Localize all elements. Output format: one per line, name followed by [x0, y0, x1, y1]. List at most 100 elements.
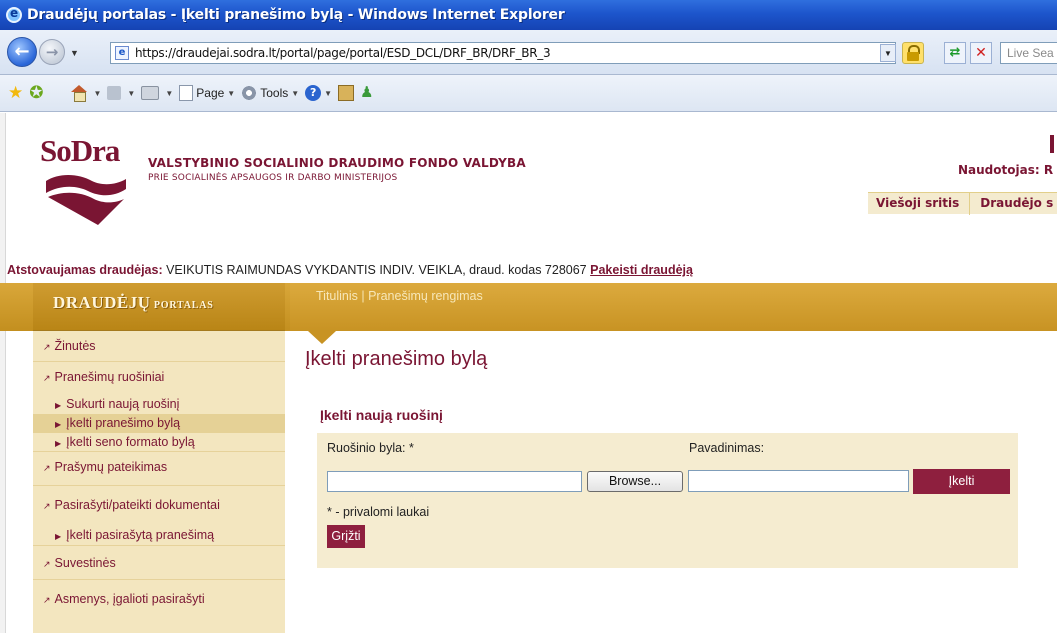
chevron-down-icon: ▼	[324, 88, 333, 98]
sidebar-item-drafts[interactable]: ↗ Pranešimų ruošiniai	[33, 362, 285, 395]
sidebar-item-label: Įkelti seno formato bylą	[66, 435, 195, 449]
section-title: Įkelti naują ruošinį	[320, 407, 443, 423]
url-text: https://draudejai.sodra.lt/portal/page/p…	[135, 46, 551, 60]
sidebar-subitem-upload-file[interactable]: ▶ Įkelti pranešimo bylą	[33, 414, 285, 433]
file-path-input[interactable]	[327, 471, 582, 492]
tab-insurer-area[interactable]: Draudėjo s	[970, 193, 1057, 215]
sidebar-item-label: Asmenys, įgalioti pasirašyti	[54, 592, 205, 606]
arrow-icon: ↗	[43, 463, 51, 473]
sidebar-item-requests[interactable]: ↗ Prašymų pateikimas	[33, 452, 285, 486]
web-page: SoDra VALSTYBINIO SOCIALINIO DRAUDIMO FO…	[0, 113, 1057, 633]
upload-button[interactable]: Įkelti	[913, 469, 1010, 494]
user-marker	[1050, 135, 1054, 153]
gear-icon	[241, 85, 258, 101]
page-title: Įkelti pranešimo bylą	[305, 348, 488, 370]
arrow-icon: ↗	[43, 373, 51, 383]
page-menu-icon	[179, 85, 194, 101]
triangle-right-icon: ▶	[55, 532, 62, 541]
sidebar-item-label: Pasirašyti/pateikti dokumentai	[54, 498, 220, 512]
help-menu[interactable]: ? ▼	[305, 85, 332, 101]
user-label: Naudotojas: R	[958, 163, 1054, 177]
ie-logo-icon	[6, 6, 22, 23]
home-icon[interactable]	[70, 85, 88, 102]
name-input[interactable]	[688, 470, 909, 492]
sidebar-item-authorized-persons[interactable]: ↗ Asmenys, įgalioti pasirašyti	[33, 580, 285, 614]
history-dropdown-icon[interactable]: ▼	[70, 48, 79, 58]
research-icon[interactable]	[338, 85, 355, 101]
sidebar-item-messages[interactable]: ↗ Žinutės	[33, 331, 285, 362]
stop-icon[interactable]: ✕	[970, 42, 992, 64]
sidebar-item-label: Įkelti pasirašytą pranešimą	[66, 528, 215, 542]
represented-insurer: Atstovaujamas draudėjas: VEIKUTIS RAIMUN…	[7, 263, 693, 277]
portal-title-small: PORTALAS	[153, 300, 214, 311]
arrow-icon: ↗	[43, 501, 51, 511]
sidebar-item-label: Prašymų pateikimas	[54, 460, 168, 474]
messenger-icon[interactable]: ♟	[360, 85, 378, 101]
represented-value: VEIKUTIS RAIMUNDAS VYKDANTIS INDIV. VEIK…	[166, 263, 587, 277]
sidebar-item-summaries[interactable]: ↗ Suvestinės	[33, 546, 285, 580]
feeds-dropdown-icon[interactable]: ▼	[127, 89, 135, 98]
sidebar-subitem-upload-old-format[interactable]: ▶ Įkelti seno formato bylą	[33, 433, 285, 452]
page-left-edge	[0, 113, 6, 633]
triangle-right-icon: ▶	[55, 401, 62, 410]
tools-menu[interactable]: Tools ▼	[241, 85, 299, 101]
file-field-label: Ruošinio byla: *	[327, 441, 414, 455]
window-title: Draudėjų portalas - Įkelti pranešimo byl…	[27, 7, 565, 23]
portal-title: DRAUDĖJŲ PORTALAS	[33, 283, 285, 331]
triangle-right-icon: ▶	[55, 420, 62, 429]
portal-title-big: DRAUDĖJŲ	[53, 293, 151, 312]
arrow-icon: ↗	[43, 595, 51, 605]
add-favorites-icon[interactable]: ✪	[29, 83, 43, 103]
band-notch	[308, 331, 336, 344]
triangle-right-icon: ▶	[55, 439, 62, 448]
chevron-down-icon: ▼	[227, 88, 236, 98]
lock-icon[interactable]	[902, 42, 924, 64]
print-dropdown-icon[interactable]: ▼	[165, 89, 173, 98]
address-bar: ← → ▼ e https://draudejai.sodra.lt/porta…	[0, 30, 1057, 75]
agency-subtitle: PRIE SOCIALINĖS APSAUGOS IR DARBO MINIST…	[148, 173, 398, 183]
page-menu[interactable]: Page ▼	[179, 85, 235, 101]
home-dropdown-icon[interactable]: ▼	[94, 89, 102, 98]
url-dropdown-icon[interactable]: ▼	[880, 44, 896, 62]
tools-menu-label: Tools	[260, 86, 289, 100]
refresh-icon[interactable]: ⇄	[944, 42, 966, 64]
top-tabs: Viešoji sritis Draudėjo s	[868, 192, 1057, 215]
sidebar-item-sign-documents[interactable]: ↗ Pasirašyti/pateikti dokumentai	[33, 486, 285, 524]
breadcrumb[interactable]: Titulinis | Pranešimų rengimas	[316, 289, 483, 303]
change-insurer-link[interactable]: Pakeisti draudėją	[590, 263, 693, 277]
feeds-icon[interactable]	[107, 86, 122, 100]
tab-public-area[interactable]: Viešoji sritis	[868, 192, 971, 215]
upload-form: Ruošinio byla: * Pavadinimas: Browse... …	[317, 433, 1018, 568]
sidebar-item-label: Žinutės	[54, 339, 96, 353]
agency-title: VALSTYBINIO SOCIALINIO DRAUDIMO FONDO VA…	[148, 156, 526, 183]
sidebar-item-label: Sukurti naują ruošinį	[66, 397, 180, 411]
arrow-icon: ↗	[43, 342, 51, 352]
chevron-down-icon: ▼	[291, 88, 300, 98]
live-search-input[interactable]: Live Sea	[1000, 42, 1057, 64]
print-icon[interactable]	[141, 86, 160, 100]
favorites-star-icon[interactable]: ★	[8, 83, 23, 103]
name-field-label: Pavadinimas:	[689, 441, 765, 455]
arrow-icon: ↗	[43, 559, 51, 569]
sidebar-item-label: Pranešimų ruošiniai	[54, 370, 165, 384]
page-icon: e	[115, 46, 129, 60]
logo-mark-icon	[46, 175, 126, 225]
sidebar-item-label: Suvestinės	[54, 556, 116, 570]
sidebar: DRAUDĖJŲ PORTALAS ↗ Žinutės ↗ Pranešimų ru…	[33, 283, 285, 633]
back-button[interactable]: ←	[7, 37, 37, 67]
page-menu-label: Page	[196, 86, 225, 100]
command-toolbar: ★ ✪ ▼ ▼ ▼ Page ▼ Tools ▼ ? ▼ ♟	[0, 75, 1057, 112]
sidebar-item-label: Įkelti pranešimo bylą	[66, 416, 181, 430]
sidebar-subitem-upload-signed[interactable]: ▶ Įkelti pasirašytą pranešimą	[33, 524, 285, 546]
required-fields-note: * - privalomi laukai	[327, 505, 430, 519]
browse-button[interactable]: Browse...	[587, 471, 683, 492]
represented-label: Atstovaujamas draudėjas:	[7, 263, 163, 277]
sodra-logo[interactable]: SoDra	[40, 133, 130, 228]
back-button[interactable]: Grįžti	[327, 525, 365, 548]
forward-button[interactable]: →	[39, 39, 65, 65]
url-input[interactable]: e https://draudejai.sodra.lt/portal/page…	[110, 42, 896, 64]
agency-name: VALSTYBINIO SOCIALINIO DRAUDIMO FONDO VA…	[148, 156, 526, 170]
window-titlebar: Draudėjų portalas - Įkelti pranešimo byl…	[0, 0, 1057, 30]
help-icon: ?	[305, 85, 322, 101]
sidebar-subitem-create-draft[interactable]: ▶ Sukurti naują ruošinį	[33, 395, 285, 414]
